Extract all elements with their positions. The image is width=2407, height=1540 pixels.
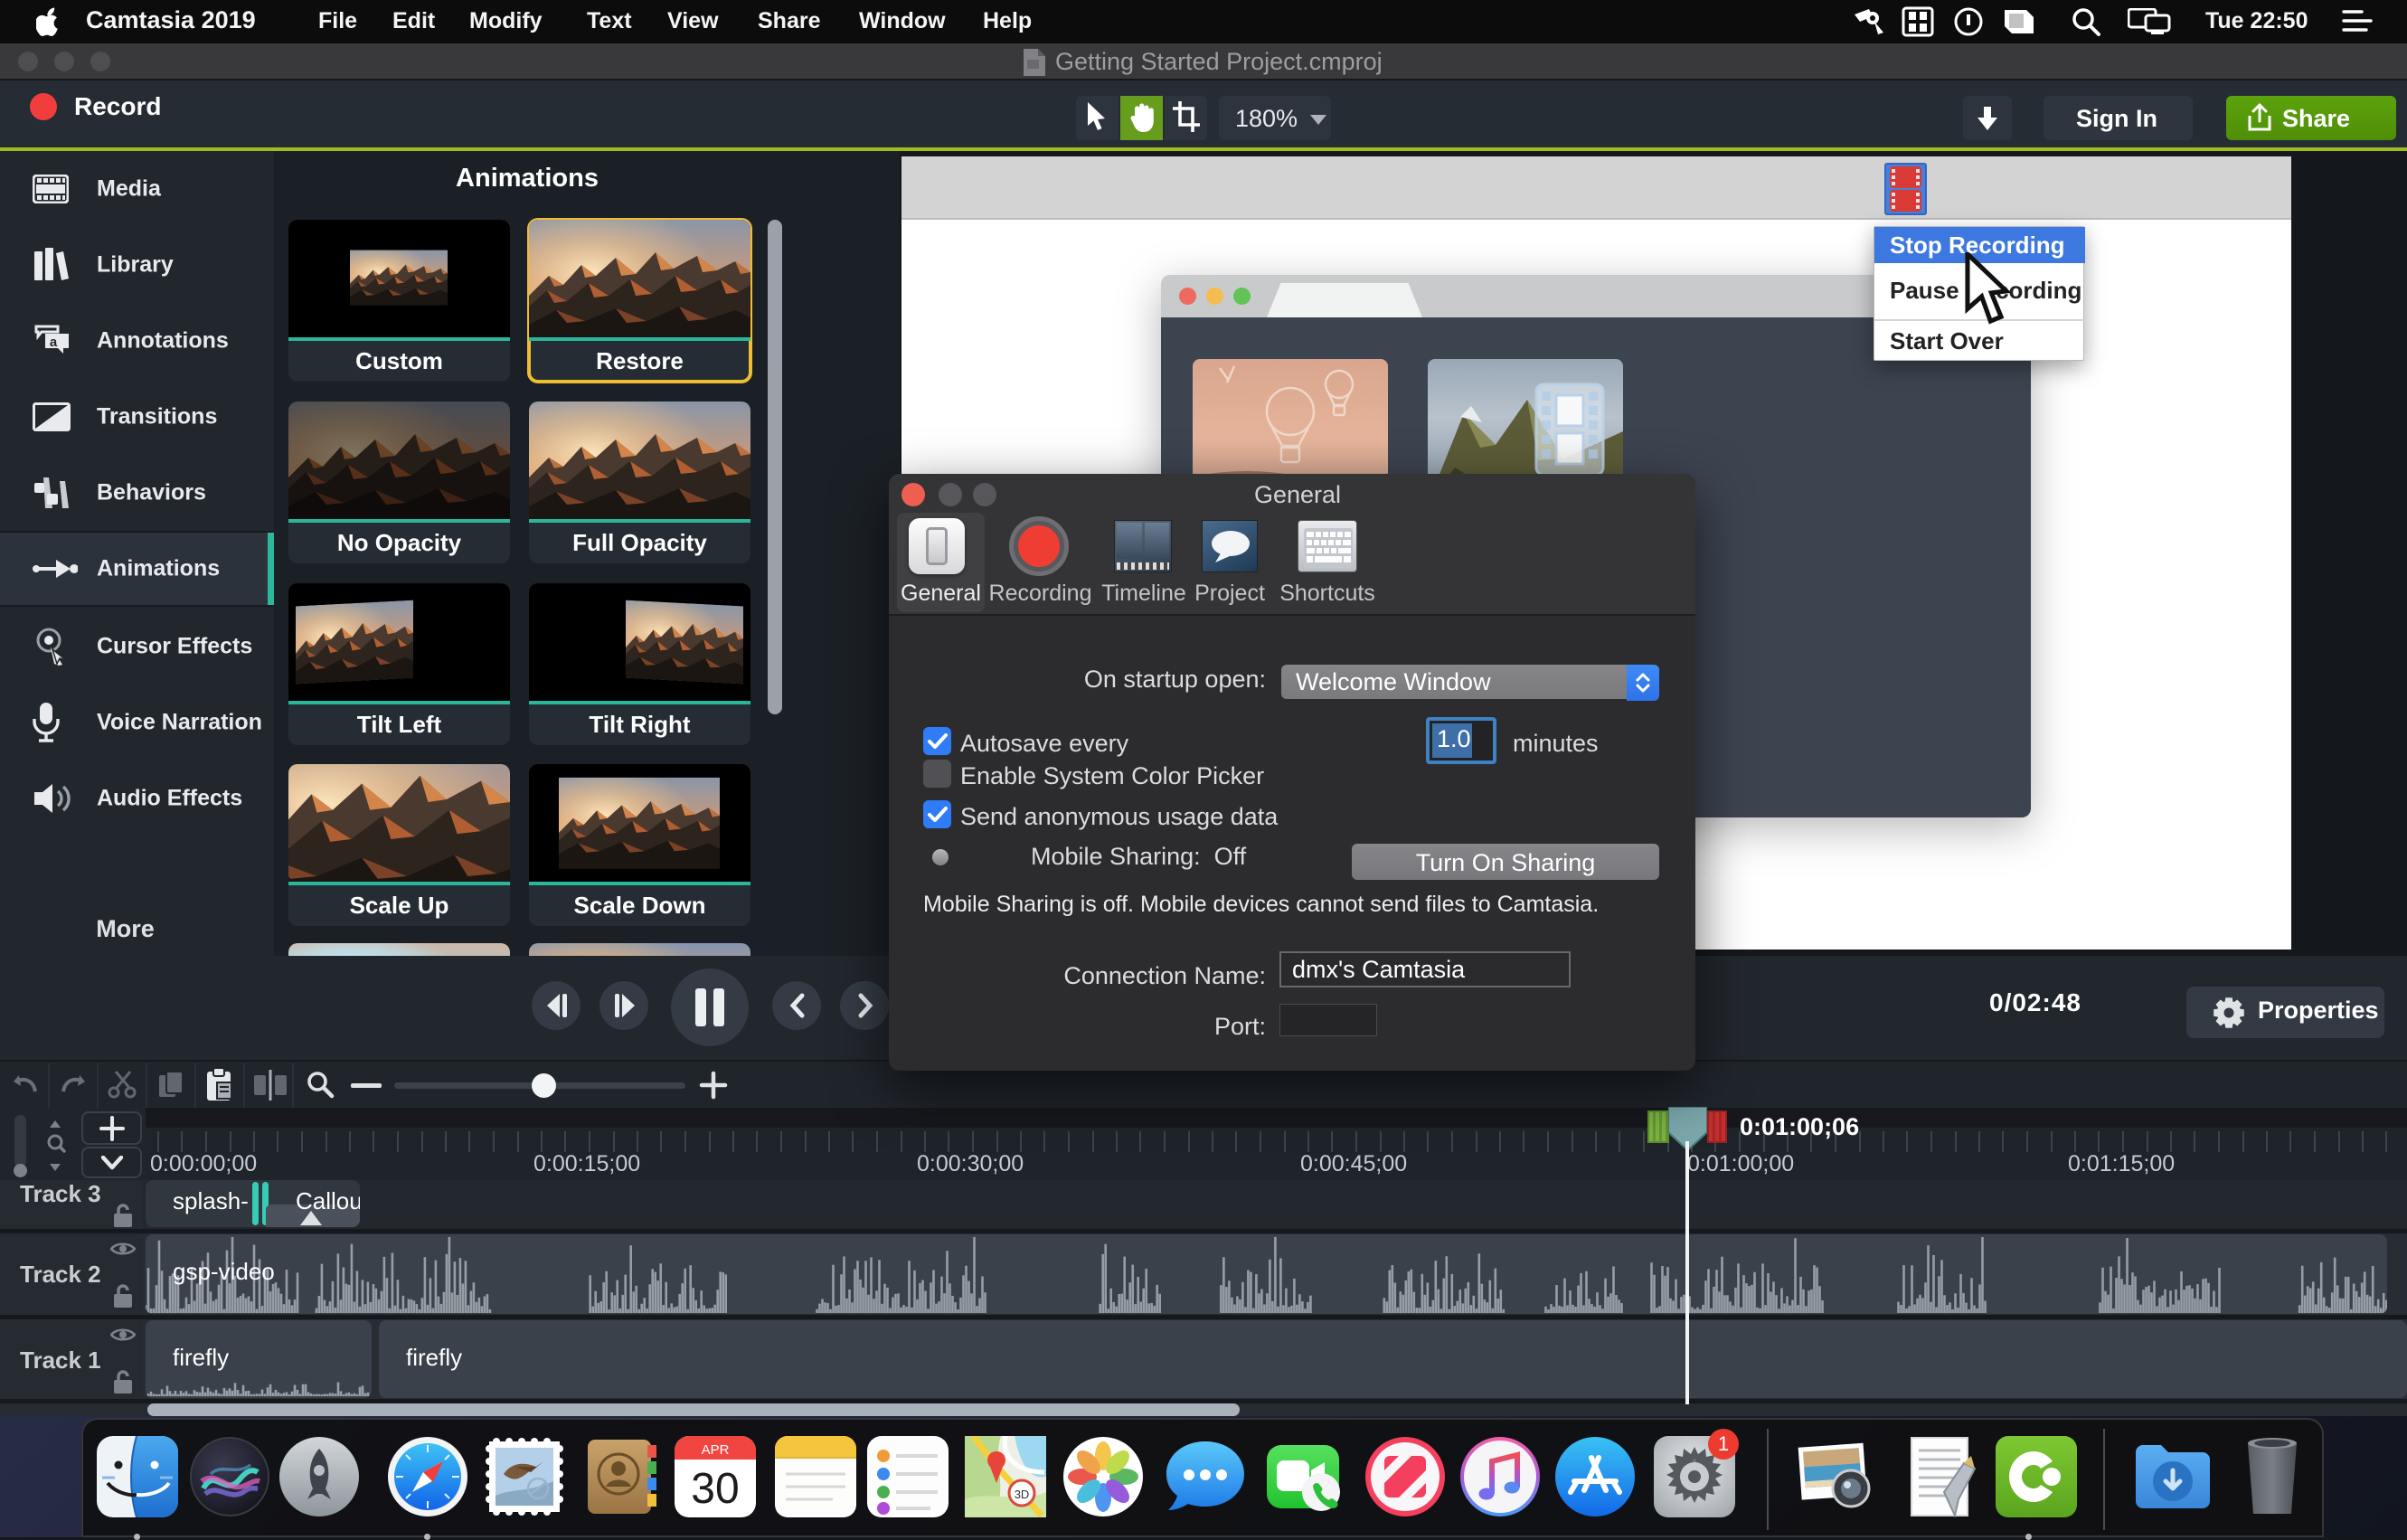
svg-text:a: a xyxy=(50,335,58,350)
svg-text:APR: APR xyxy=(702,1442,730,1458)
svg-text:3D: 3D xyxy=(1015,1488,1030,1501)
svg-text:30: 30 xyxy=(691,1465,739,1513)
